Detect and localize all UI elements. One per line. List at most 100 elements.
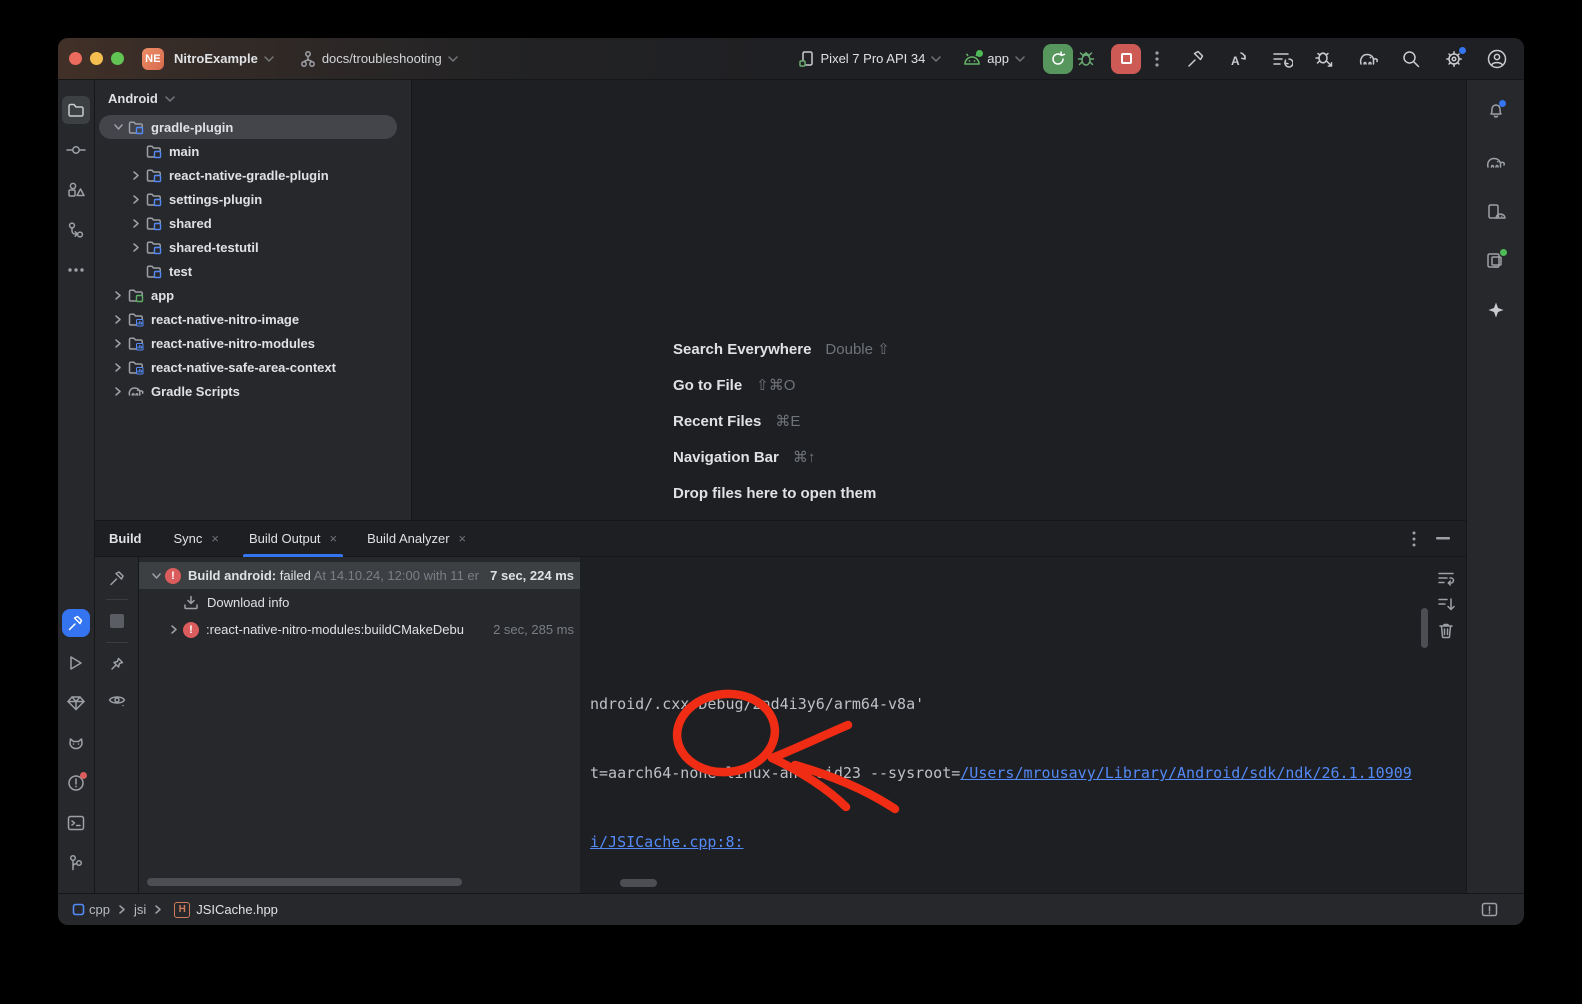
failed-task-node[interactable]: ! :react-native-nitro-modules:buildCMake… — [139, 616, 580, 643]
chevron-right-icon[interactable] — [109, 291, 127, 300]
rerun-icon — [1050, 51, 1066, 67]
console-horizontal-scrollbar[interactable] — [620, 879, 657, 887]
chevron-right-icon[interactable] — [127, 171, 145, 180]
svg-text:A: A — [1231, 54, 1240, 68]
clear-all-trash-icon[interactable] — [1433, 617, 1459, 643]
tree-item-gradle-scripts[interactable]: Gradle Scripts — [95, 379, 411, 403]
console-file-link[interactable]: i/JSICache.cpp:8: — [590, 833, 744, 851]
rerun-button[interactable] — [1043, 44, 1073, 74]
more-actions-icon[interactable] — [1155, 51, 1159, 67]
module-folder-icon — [145, 240, 163, 255]
zoom-window-button[interactable] — [111, 52, 124, 65]
build-title: Build — [109, 531, 142, 546]
device-selector[interactable]: Pixel 7 Pro API 34 — [798, 50, 942, 68]
vcs-branch-selector[interactable]: docs/troubleshooting — [300, 50, 458, 68]
close-tab-icon[interactable]: × — [330, 531, 338, 546]
project-view-selector[interactable]: Android — [95, 80, 411, 115]
apply-changes-icon[interactable]: A — [1228, 48, 1250, 70]
hide-tool-window-icon[interactable] — [1436, 537, 1450, 540]
breadcrumb-cpp[interactable]: cpp — [89, 902, 110, 917]
tree-item-gradle-plugin[interactable]: gradle-plugin — [99, 115, 397, 139]
tree-horizontal-scrollbar[interactable] — [147, 878, 462, 886]
stop-build-icon[interactable] — [104, 608, 130, 634]
chevron-right-icon[interactable] — [109, 387, 127, 396]
folder-icon — [67, 102, 85, 118]
attach-debugger-icon[interactable] — [1314, 48, 1336, 70]
chevron-right-icon[interactable] — [165, 625, 183, 634]
more-tool-windows-button[interactable] — [62, 256, 90, 284]
tree-item-test[interactable]: test — [95, 259, 411, 283]
tree-item-react-native-nitro-modules[interactable]: react-native-nitro-modules — [95, 331, 411, 355]
resource-manager-tool-button[interactable] — [62, 176, 90, 204]
build-output-console: ndroid/.cxx/Debug/2nd4i3y6/arm64-v8a' t=… — [580, 557, 1425, 893]
soft-wrap-icon[interactable] — [1433, 565, 1459, 591]
problems-icon — [67, 774, 85, 792]
device-manager-tool-button[interactable] — [1482, 198, 1510, 226]
pin-tab-icon[interactable] — [104, 651, 130, 677]
minimize-window-button[interactable] — [90, 52, 103, 65]
build-root-node[interactable]: ! Build android: failed At 14.10.24, 12:… — [139, 562, 580, 589]
tree-item-settings-plugin[interactable]: settings-plugin — [95, 187, 411, 211]
chevron-right-icon[interactable] — [127, 195, 145, 204]
gradle-sync-icon[interactable] — [1357, 48, 1379, 70]
tab-build-analyzer[interactable]: Build Analyzer × — [367, 521, 466, 557]
chevron-right-icon[interactable] — [109, 363, 127, 372]
project-tool-button[interactable] — [62, 96, 90, 124]
tree-item-react-native-nitro-image[interactable]: react-native-nitro-image — [95, 307, 411, 331]
app-quality-insights-tool-button[interactable] — [62, 689, 90, 717]
pull-requests-tool-button[interactable] — [62, 216, 90, 244]
breadcrumb-jsi[interactable]: jsi — [134, 902, 146, 917]
run-tool-button[interactable] — [62, 649, 90, 677]
stop-button[interactable] — [1111, 44, 1141, 74]
settings-gear-icon[interactable] — [1443, 48, 1465, 70]
view-options-eye-icon[interactable] — [104, 687, 130, 713]
close-tab-icon[interactable]: × — [459, 531, 467, 546]
tool-window-options-icon[interactable] — [1412, 531, 1416, 547]
console-file-link[interactable]: /Users/mrousavy/Library/Android/sdk/ndk/… — [960, 764, 1412, 782]
tree-item-shared[interactable]: shared — [95, 211, 411, 235]
search-everywhere-icon[interactable] — [1400, 48, 1422, 70]
build-project-icon[interactable] — [1185, 48, 1207, 70]
tree-item-main[interactable]: main — [95, 139, 411, 163]
running-devices-tool-button[interactable] — [1482, 246, 1510, 274]
git-branch-icon — [68, 854, 84, 872]
profile-avatar-icon[interactable] — [1486, 48, 1508, 70]
shortcut-label: Go to File — [673, 377, 742, 394]
console-vertical-scrollbar[interactable] — [1421, 608, 1428, 648]
tree-item-react-native-gradle-plugin[interactable]: react-native-gradle-plugin — [95, 163, 411, 187]
gemini-tool-button[interactable] — [1482, 296, 1510, 324]
tree-item-app[interactable]: app — [95, 283, 411, 307]
status-notifications-icon[interactable] — [1481, 902, 1498, 918]
scroll-to-end-icon[interactable] — [1433, 591, 1459, 617]
tab-build-output[interactable]: Build Output × — [249, 521, 337, 557]
left-tool-strip — [58, 80, 95, 893]
run-configuration-selector[interactable]: app — [963, 51, 1025, 66]
close-window-button[interactable] — [69, 52, 82, 65]
chevron-down-icon[interactable] — [147, 573, 165, 579]
terminal-tool-button[interactable] — [62, 809, 90, 837]
tab-sync[interactable]: Sync × — [174, 521, 220, 557]
commit-tool-button[interactable] — [62, 136, 90, 164]
tree-item-react-native-safe-area-context[interactable]: react-native-safe-area-context — [95, 355, 411, 379]
tree-item-shared-testutil[interactable]: shared-testutil — [95, 235, 411, 259]
build-variants-icon[interactable] — [1271, 48, 1293, 70]
problems-tool-button[interactable] — [62, 769, 90, 797]
restart-build-icon[interactable] — [104, 565, 130, 591]
header-file-icon: H — [174, 902, 190, 918]
version-control-tool-button[interactable] — [62, 849, 90, 877]
build-tool-button[interactable] — [62, 609, 90, 637]
chevron-right-icon[interactable] — [127, 219, 145, 228]
close-tab-icon[interactable]: × — [211, 531, 219, 546]
breadcrumb-file[interactable]: JSICache.hpp — [196, 902, 278, 917]
chevron-down-icon[interactable] — [109, 124, 127, 130]
app-module-folder-icon — [127, 288, 145, 303]
debug-button[interactable] — [1073, 44, 1099, 74]
notifications-tool-button[interactable] — [1482, 96, 1510, 124]
chevron-right-icon[interactable] — [109, 339, 127, 348]
chevron-right-icon[interactable] — [109, 315, 127, 324]
project-selector[interactable]: NitroExample — [174, 51, 274, 66]
gradle-tool-button[interactable] — [1482, 148, 1510, 176]
logcat-tool-button[interactable] — [62, 729, 90, 757]
chevron-right-icon[interactable] — [127, 243, 145, 252]
download-info-node[interactable]: Download info — [139, 589, 580, 616]
